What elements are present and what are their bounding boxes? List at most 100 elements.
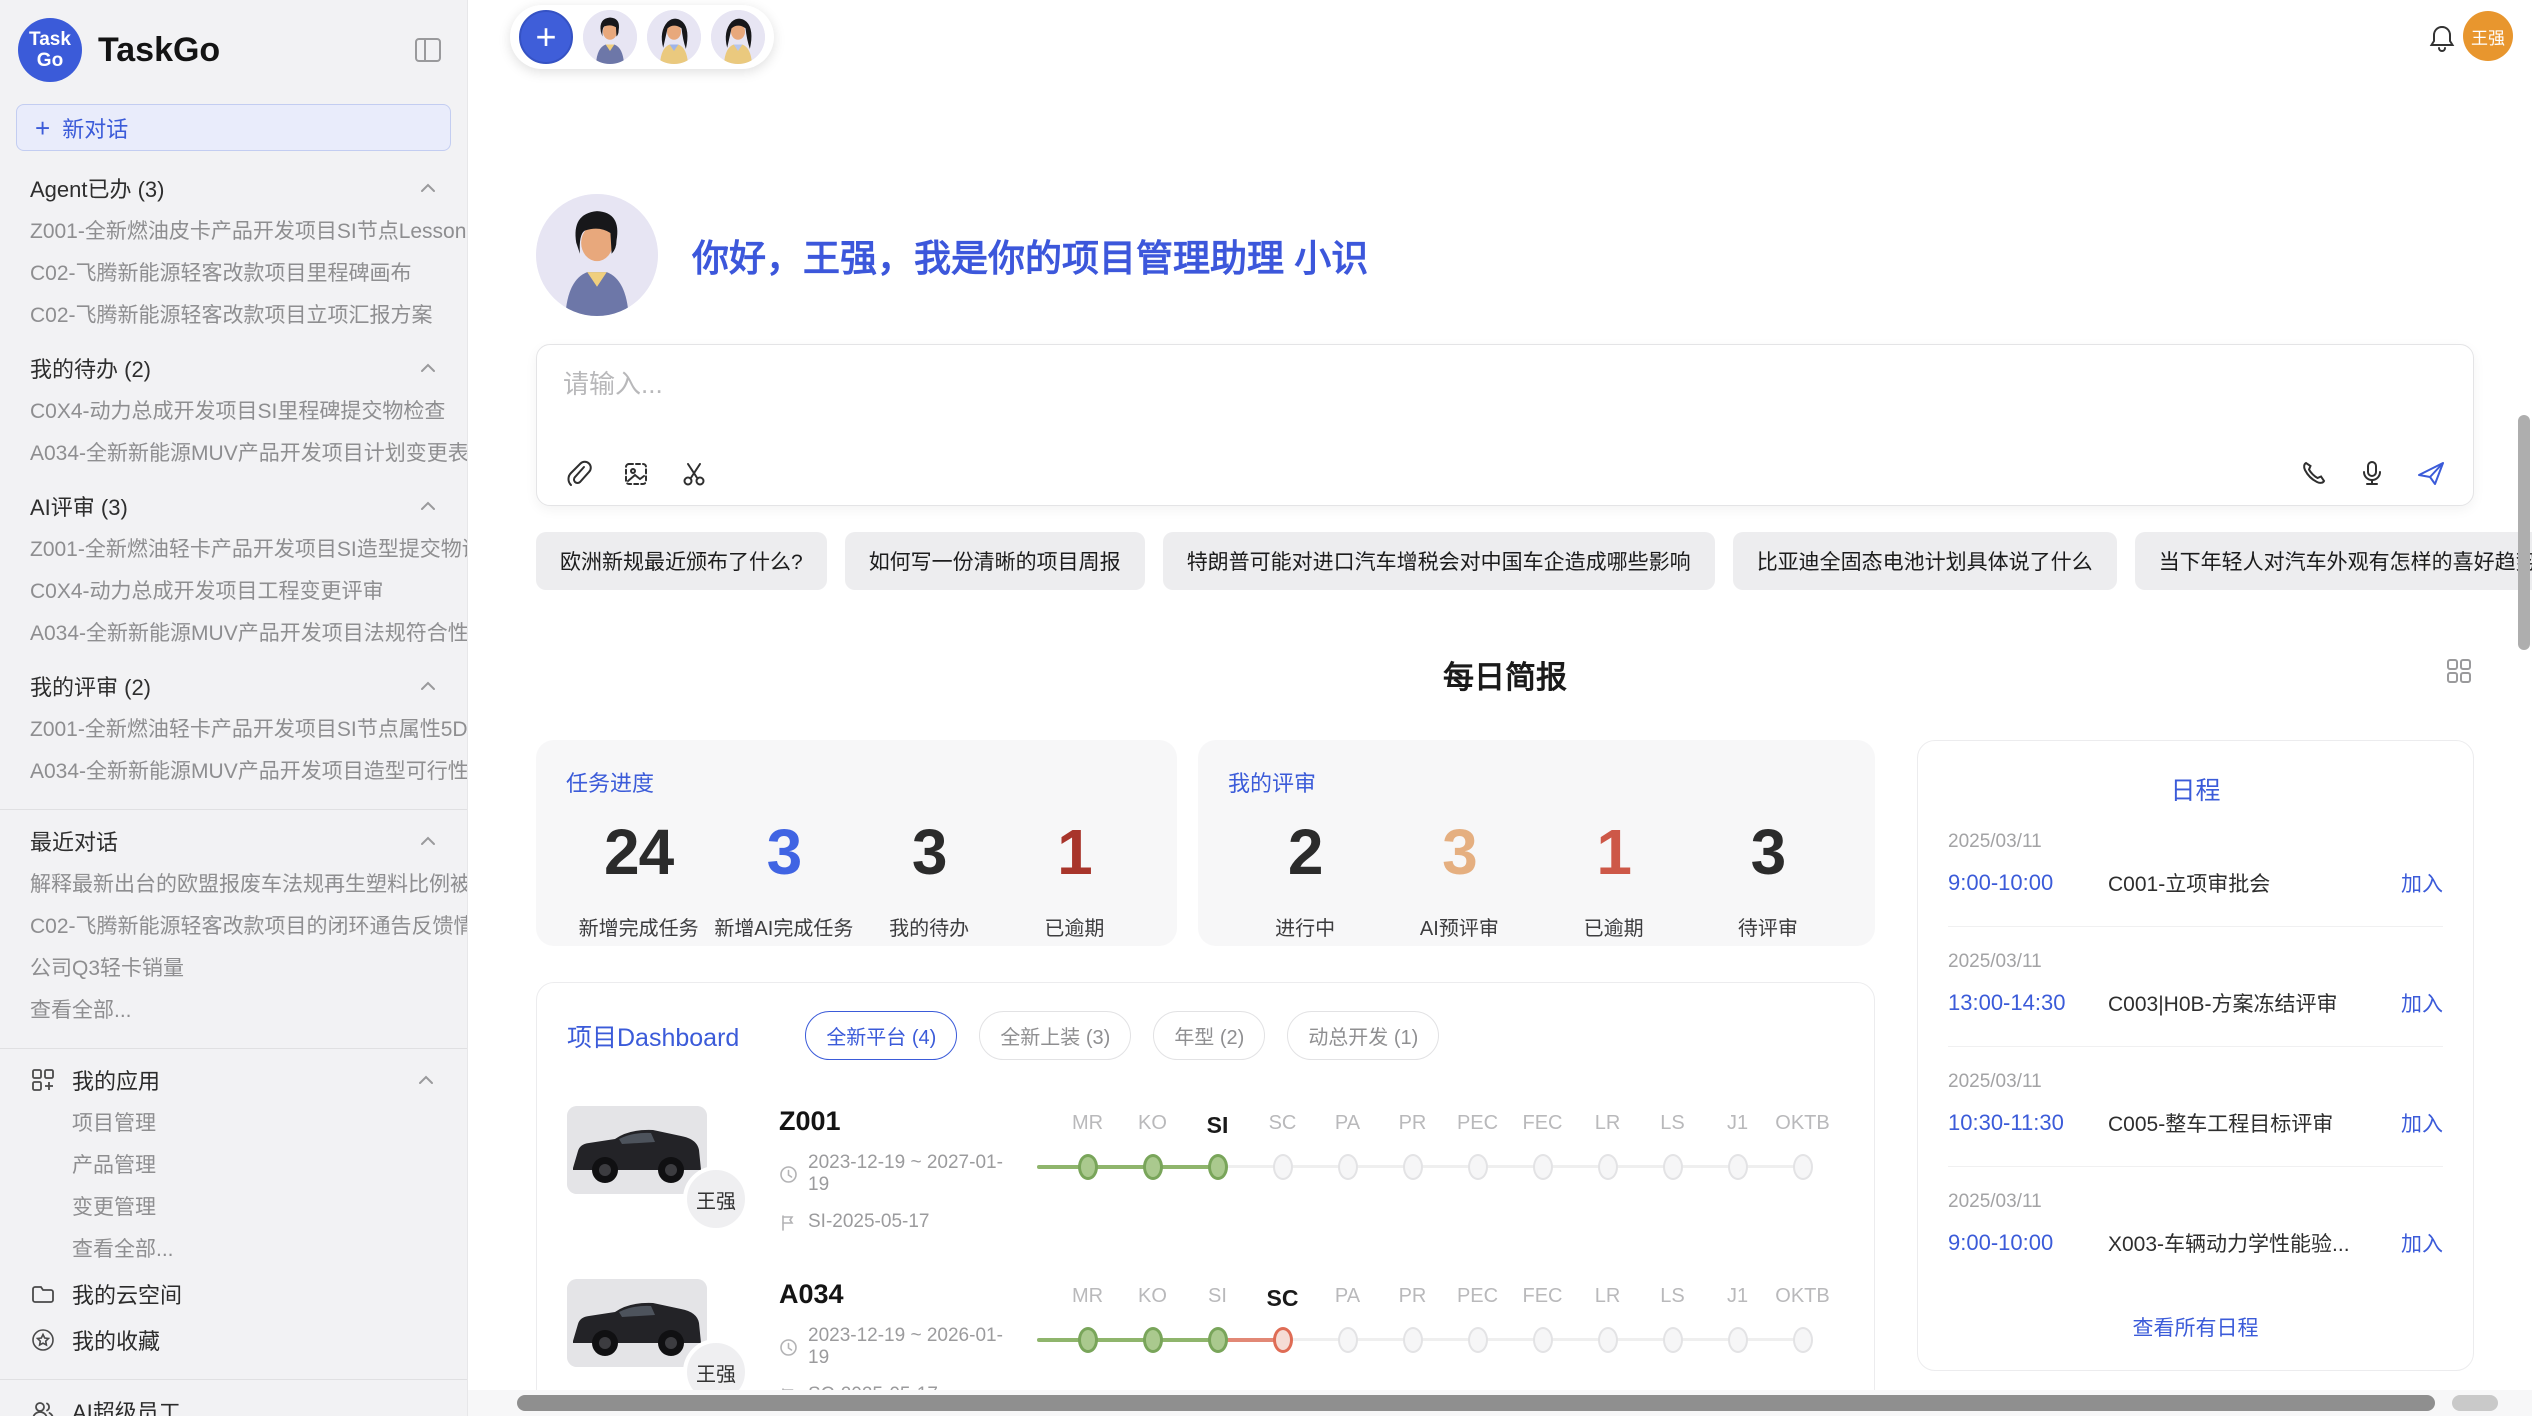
schedule-item: 2025/03/1110:30-11:30C005-整车工程目标评审加入	[1948, 1047, 2443, 1167]
sidebar-item-favorites[interactable]: 我的收藏	[0, 1317, 467, 1363]
horizontal-scrollbar-thumb[interactable]	[517, 1395, 2435, 1411]
milestone-label: KO	[1120, 1285, 1185, 1312]
project-list: 王强Z0012023-12-19 ~ 2027-01-19SI-2025-05-…	[567, 1106, 1844, 1406]
agent-avatar-3[interactable]	[711, 10, 765, 64]
chat-composer	[536, 344, 2474, 506]
sidebar-item[interactable]: Z001-全新燃油轻卡产品开发项目SI节点属性5D文件评审	[0, 709, 467, 751]
user-initials: 王强	[2471, 24, 2505, 49]
sidebar-section-header[interactable]: Agent已办 (3)	[0, 165, 467, 211]
join-meeting-link[interactable]: 加入	[2401, 1228, 2443, 1258]
chevron-up-icon[interactable]	[415, 1069, 437, 1091]
stat-value: 3	[711, 820, 856, 884]
scissors-icon[interactable]	[679, 459, 709, 489]
notification-bell-icon[interactable]	[2426, 22, 2458, 54]
suggestion-chip[interactable]: 比亚迪全固态电池计划具体说了什么	[1733, 532, 2117, 590]
sidebar-collapse-icon[interactable]	[413, 35, 443, 65]
chevron-up-icon[interactable]	[417, 675, 439, 697]
join-meeting-link[interactable]: 加入	[2401, 1108, 2443, 1138]
sidebar-sections: Agent已办 (3)Z001-全新燃油皮卡产品开发项目SI节点Lesson L…	[0, 165, 467, 793]
layout-grid-icon[interactable]	[2444, 656, 2474, 686]
attachment-icon[interactable]	[563, 459, 593, 489]
schedule-name: C003|H0B-方案冻结评审	[2108, 988, 2401, 1018]
sidebar-item-cloud-space[interactable]: 我的云空间	[0, 1271, 467, 1317]
chevron-up-icon[interactable]	[417, 830, 439, 852]
dashboard-filter-chip[interactable]: 动总开发 (1)	[1287, 1011, 1439, 1060]
dashboard-filter-chip[interactable]: 年型 (2)	[1153, 1011, 1265, 1060]
dashboard-filter-chip[interactable]: 全新上装 (3)	[979, 1011, 1131, 1060]
horizontal-scrollbar[interactable]	[468, 1390, 2532, 1416]
milestone-label: MR	[1055, 1285, 1120, 1312]
sidebar-item[interactable]: C02-飞腾新能源轻客改款项目里程碑画布	[0, 253, 467, 295]
sidebar-item[interactable]: A034-全新新能源MUV产品开发项目法规符合性评审	[0, 613, 467, 655]
link-label: 我的收藏	[72, 1324, 160, 1356]
chevron-up-icon[interactable]	[417, 357, 439, 379]
app-subitem[interactable]: 产品管理	[0, 1145, 467, 1187]
stat-card: 我的评审2进行中3AI预评审1已逾期3待评审	[1198, 740, 1875, 946]
project-row[interactable]: 王强Z0012023-12-19 ~ 2027-01-19SI-2025-05-…	[567, 1106, 1844, 1233]
recent-chat-item[interactable]: 解释最新出台的欧盟报废车法规再生塑料比例被调至15%...	[0, 864, 467, 906]
sidebar-item[interactable]: A034-全新新能源MUV产品开发项目造型可行性评审	[0, 751, 467, 793]
sidebar-section-header[interactable]: 最近对话	[0, 818, 467, 864]
add-agent-button[interactable]: +	[519, 10, 573, 64]
sidebar-section-header[interactable]: AI评审 (3)	[0, 483, 467, 529]
project-row[interactable]: 王强A0342023-12-19 ~ 2026-01-19SC-2025-05-…	[567, 1279, 1844, 1406]
recent-chats-section: 最近对话解释最新出台的欧盟报废车法规再生塑料比例被调至15%...C02-飞腾新…	[0, 818, 467, 1032]
milestone-label: LS	[1640, 1112, 1705, 1139]
user-avatar[interactable]: 王强	[2463, 11, 2513, 61]
section-label: 我的评审 (2)	[30, 670, 151, 702]
send-icon[interactable]	[2415, 457, 2447, 489]
suggestion-chip[interactable]: 特朗普可能对进口汽车增税会对中国车企造成哪些影响	[1163, 532, 1715, 590]
agent-avatar-1[interactable]	[583, 10, 637, 64]
horizontal-scrollbar-end[interactable]	[2452, 1395, 2498, 1411]
stat-label: 新增完成任务	[566, 912, 711, 941]
milestone-label: PA	[1315, 1285, 1380, 1312]
dashboard-filter-chip[interactable]: 全新平台 (4)	[805, 1011, 957, 1060]
sidebar-item[interactable]: A034-全新新能源MUV产品开发项目计划变更表编写	[0, 433, 467, 475]
recent-chat-item[interactable]: C02-飞腾新能源轻客改款项目的闭环通告反馈情况	[0, 906, 467, 948]
microphone-icon[interactable]	[2357, 458, 2387, 488]
sidebar-item[interactable]: Z001-全新燃油轻卡产品开发项目SI造型提交物评审	[0, 529, 467, 571]
view-all-schedule-link[interactable]: 查看所有日程	[1948, 1286, 2443, 1356]
chevron-up-icon[interactable]	[417, 177, 439, 199]
chat-input[interactable]	[563, 369, 2447, 400]
schedule-date: 2025/03/11	[1948, 1071, 2443, 1093]
project-dates: 2023-12-19 ~ 2027-01-19	[779, 1152, 1019, 1196]
app-subitem[interactable]: 变更管理	[0, 1187, 467, 1229]
sidebar-item[interactable]: C0X4-动力总成开发项目工程变更评审	[0, 571, 467, 613]
join-meeting-link[interactable]: 加入	[2401, 988, 2443, 1018]
agent-avatar-2[interactable]	[647, 10, 701, 64]
schedule-date: 2025/03/11	[1948, 951, 2443, 973]
sidebar-section-header[interactable]: 我的待办 (2)	[0, 345, 467, 391]
sidebar-item[interactable]: C02-飞腾新能源轻客改款项目立项汇报方案	[0, 295, 467, 337]
sidebar-item[interactable]: Z001-全新燃油皮卡产品开发项目SI节点Lesson Learn报告	[0, 211, 467, 253]
app-subitem[interactable]: 项目管理	[0, 1103, 467, 1145]
chevron-up-icon[interactable]	[417, 495, 439, 517]
schedule-item: 2025/03/1113:00-14:30C003|H0B-方案冻结评审加入	[1948, 927, 2443, 1047]
image-icon[interactable]	[621, 459, 651, 489]
new-chat-button[interactable]: + 新对话	[16, 104, 451, 151]
schedule-time: 9:00-10:00	[1948, 1230, 2108, 1256]
sidebar-item-ai-super-staff[interactable]: AI超级员工	[0, 1388, 467, 1416]
recent-chat-item[interactable]: 查看全部...	[0, 990, 467, 1032]
phone-icon[interactable]	[2299, 458, 2329, 488]
milestone-dot	[1078, 1154, 1098, 1180]
recent-chat-item[interactable]: 公司Q3轻卡销量	[0, 948, 467, 990]
app-subitem[interactable]: 查看全部...	[0, 1229, 467, 1271]
dashboard-header: 项目Dashboard 全新平台 (4)全新上装 (3)年型 (2)动总开发 (…	[567, 1011, 1844, 1060]
sidebar-section-header[interactable]: 我的评审 (2)	[0, 663, 467, 709]
suggestion-chip[interactable]: 如何写一份清晰的项目周报	[845, 532, 1145, 590]
join-meeting-link[interactable]: 加入	[2401, 868, 2443, 898]
vertical-scrollbar-thumb[interactable]	[2518, 415, 2530, 650]
greeting: 你好，王强，我是你的项目管理助理 小识	[536, 194, 2474, 316]
sidebar-item-my-apps[interactable]: 我的应用	[0, 1057, 467, 1103]
agent-switcher: +	[510, 5, 774, 69]
milestone-label: SI	[1185, 1112, 1250, 1139]
milestone-dot	[1273, 1327, 1293, 1353]
stat-value: 2	[1228, 820, 1382, 884]
stat-cell: 24新增完成任务	[566, 820, 711, 941]
milestone-dot	[1728, 1154, 1748, 1180]
suggestion-chip[interactable]: 当下年轻人对汽车外观有怎样的喜好趋势	[2135, 532, 2532, 590]
sidebar-item[interactable]: C0X4-动力总成开发项目SI里程碑提交物检查	[0, 391, 467, 433]
milestone-label: J1	[1705, 1285, 1770, 1312]
suggestion-chip[interactable]: 欧洲新规最近颁布了什么?	[536, 532, 827, 590]
